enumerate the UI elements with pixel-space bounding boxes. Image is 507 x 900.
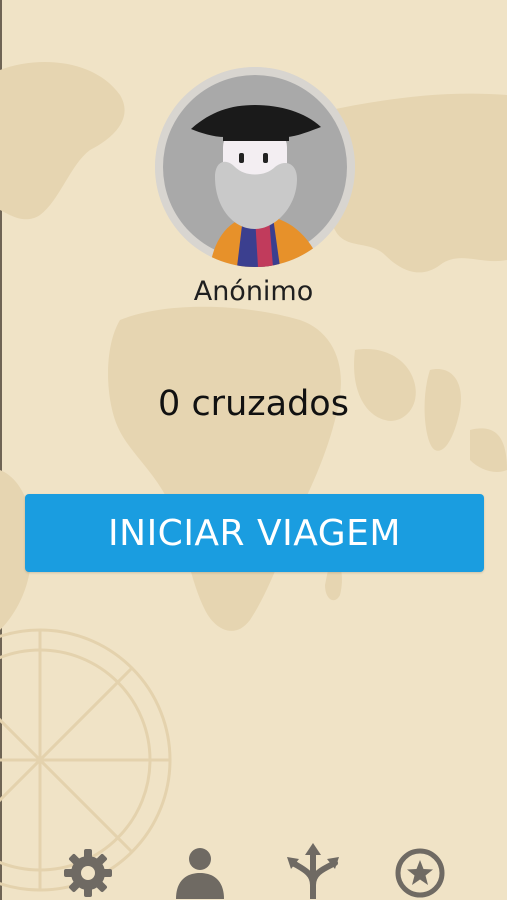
coins-balance: 0 cruzados xyxy=(158,384,349,424)
nav-routes[interactable] xyxy=(283,841,343,899)
player-name: Anónimo xyxy=(193,276,314,307)
nav-profile[interactable] xyxy=(170,841,230,899)
explorer-portrait-icon xyxy=(155,67,355,267)
bottom-navigation xyxy=(0,835,507,900)
user-icon xyxy=(176,848,224,899)
start-journey-button[interactable]: INICIAR VIAGEM xyxy=(25,494,484,572)
split-arrows-icon xyxy=(287,843,339,899)
nav-settings[interactable] xyxy=(58,841,118,899)
star-medal-icon xyxy=(395,848,445,898)
nav-achievements[interactable] xyxy=(390,841,450,899)
gear-icon xyxy=(64,849,112,897)
avatar[interactable] xyxy=(155,67,355,267)
